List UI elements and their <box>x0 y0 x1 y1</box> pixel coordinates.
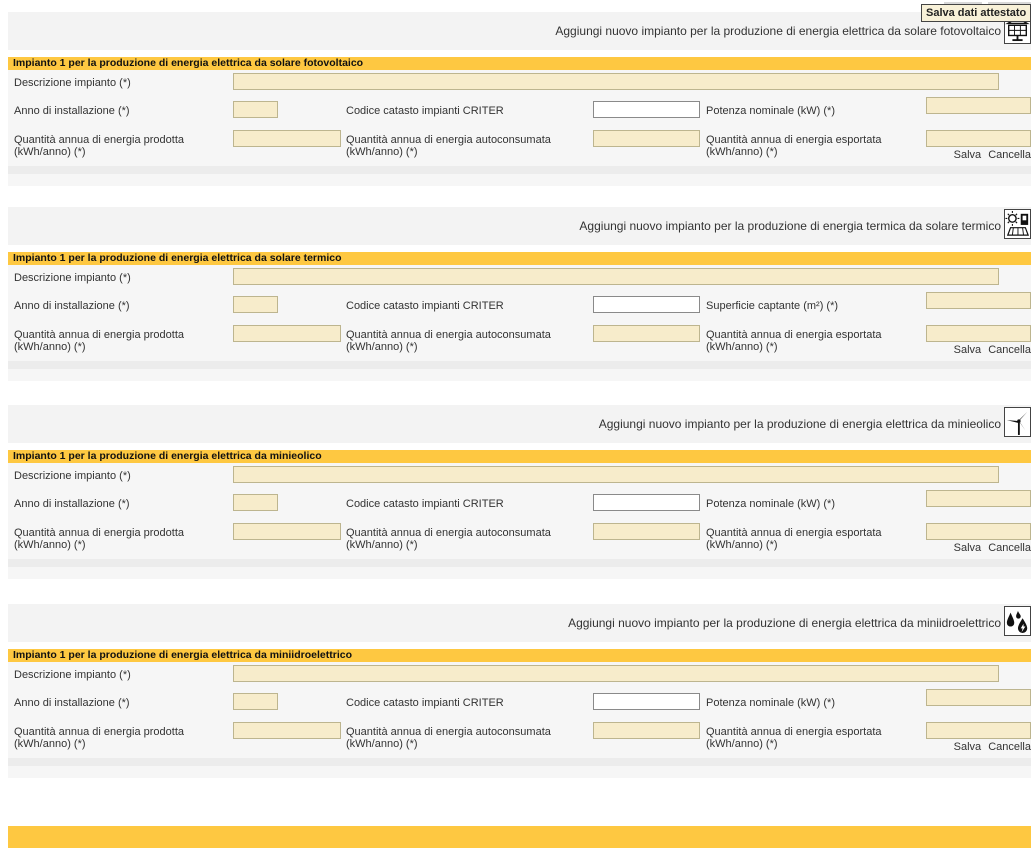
exported-field[interactable] <box>926 523 1031 540</box>
plant-actions: Salva Cancella <box>947 344 1031 356</box>
produced-label: Quantità annua di energia prodotta (kWh/… <box>14 726 185 750</box>
exported-field[interactable] <box>926 130 1031 147</box>
section-divider <box>8 559 1031 567</box>
criter-label: Codice catasto impianti CRITER <box>346 498 504 510</box>
plant-actions: Salva Cancella <box>947 542 1031 554</box>
exported-label: Quantità annua di energia esportata (kWh… <box>706 134 882 158</box>
self-consumed-field[interactable] <box>593 325 700 342</box>
description-field[interactable] <box>233 466 999 483</box>
plant-panel-title: Impianto 1 per la produzione di energia … <box>8 252 1031 265</box>
year-label: Anno di installazione (*) <box>14 300 130 312</box>
cancel-link[interactable]: Cancella <box>988 542 1031 554</box>
self-consumed-label: Quantità annua di energia autoconsumata … <box>346 726 551 750</box>
plant-panel-title: Impianto 1 per la produzione di energia … <box>8 57 1031 70</box>
year-label: Anno di installazione (*) <box>14 697 130 709</box>
section-divider <box>8 166 1031 174</box>
produced-field[interactable] <box>233 722 341 739</box>
power-field[interactable] <box>926 490 1031 507</box>
exported-label: Quantità annua di energia esportata (kWh… <box>706 527 882 551</box>
save-link[interactable]: Salva <box>954 542 982 554</box>
save-link[interactable]: Salva <box>954 344 982 356</box>
footer-bar <box>8 826 1031 848</box>
description-field[interactable] <box>233 665 999 682</box>
power-label: Potenza nominale (kW) (*) <box>706 697 835 709</box>
description-field[interactable] <box>233 73 999 90</box>
add-plant-link[interactable]: Aggiungi nuovo impianto per la produzion… <box>555 24 1001 38</box>
produced-field[interactable] <box>233 523 341 540</box>
produced-label: Quantità annua di energia prodotta (kWh/… <box>14 329 185 353</box>
collector-area-field[interactable] <box>926 292 1031 309</box>
plant-panel-title: Impianto 1 per la produzione di energia … <box>8 649 1031 662</box>
power-label: Potenza nominale (kW) (*) <box>706 498 835 510</box>
criter-label: Codice catasto impianti CRITER <box>346 697 504 709</box>
wind-turbine-icon[interactable] <box>1004 407 1031 437</box>
criter-field[interactable] <box>593 494 700 511</box>
produced-field[interactable] <box>233 325 341 342</box>
plant-actions: Salva Cancella <box>947 149 1031 161</box>
exported-label: Quantità annua di energia esportata (kWh… <box>706 726 882 750</box>
description-label: Descrizione impianto (*) <box>14 470 131 482</box>
power-field[interactable] <box>926 97 1031 114</box>
add-plant-bar: Aggiungi nuovo impianto per la produzion… <box>8 604 1031 642</box>
produced-label: Quantità annua di energia prodotta (kWh/… <box>14 134 185 158</box>
power-label: Potenza nominale (kW) (*) <box>706 105 835 117</box>
plant-panel-title: Impianto 1 per la produzione di energia … <box>8 450 1031 463</box>
add-plant-link[interactable]: Aggiungi nuovo impianto per la produzion… <box>599 417 1001 431</box>
save-link[interactable]: Salva <box>954 741 982 753</box>
criter-field[interactable] <box>593 296 700 313</box>
add-plant-bar: Aggiungi nuovo impianto per la produzion… <box>8 405 1031 443</box>
cancel-link[interactable]: Cancella <box>988 149 1031 161</box>
description-label: Descrizione impianto (*) <box>14 669 131 681</box>
cancel-link[interactable]: Cancella <box>988 741 1031 753</box>
save-certificate-button[interactable]: Salva dati attestato <box>921 4 1031 22</box>
description-label: Descrizione impianto (*) <box>14 272 131 284</box>
cancel-link[interactable]: Cancella <box>988 344 1031 356</box>
self-consumed-label: Quantità annua di energia autoconsumata … <box>346 329 551 353</box>
produced-field[interactable] <box>233 130 341 147</box>
criter-field[interactable] <box>593 693 700 710</box>
add-plant-bar: Aggiungi nuovo impianto per la produzion… <box>8 207 1031 245</box>
water-drops-icon[interactable] <box>1004 606 1031 636</box>
collector-area-label: Superficie captante (m²) (*) <box>706 300 839 312</box>
add-plant-link[interactable]: Aggiungi nuovo impianto per la produzion… <box>568 616 1001 630</box>
year-field[interactable] <box>233 693 278 710</box>
self-consumed-label: Quantità annua di energia autoconsumata … <box>346 134 551 158</box>
criter-field[interactable] <box>593 101 700 118</box>
self-consumed-field[interactable] <box>593 523 700 540</box>
year-field[interactable] <box>233 296 278 313</box>
produced-label: Quantità annua di energia prodotta (kWh/… <box>14 527 185 551</box>
section-divider <box>8 758 1031 766</box>
description-label: Descrizione impianto (*) <box>14 77 131 89</box>
year-field[interactable] <box>233 494 278 511</box>
self-consumed-label: Quantità annua di energia autoconsumata … <box>346 527 551 551</box>
criter-label: Codice catasto impianti CRITER <box>346 105 504 117</box>
plant-actions: Salva Cancella <box>947 741 1031 753</box>
solar-thermal-icon[interactable] <box>1004 209 1031 239</box>
section-divider <box>8 361 1031 369</box>
exported-field[interactable] <box>926 722 1031 739</box>
year-field[interactable] <box>233 101 278 118</box>
year-label: Anno di installazione (*) <box>14 105 130 117</box>
add-plant-link[interactable]: Aggiungi nuovo impianto per la produzion… <box>579 219 1001 233</box>
self-consumed-field[interactable] <box>593 722 700 739</box>
description-field[interactable] <box>233 268 999 285</box>
power-field[interactable] <box>926 689 1031 706</box>
criter-label: Codice catasto impianti CRITER <box>346 300 504 312</box>
add-plant-bar: Aggiungi nuovo impianto per la produzion… <box>8 12 1031 50</box>
exported-label: Quantità annua di energia esportata (kWh… <box>706 329 882 353</box>
year-label: Anno di installazione (*) <box>14 498 130 510</box>
save-link[interactable]: Salva <box>954 149 982 161</box>
exported-field[interactable] <box>926 325 1031 342</box>
self-consumed-field[interactable] <box>593 130 700 147</box>
